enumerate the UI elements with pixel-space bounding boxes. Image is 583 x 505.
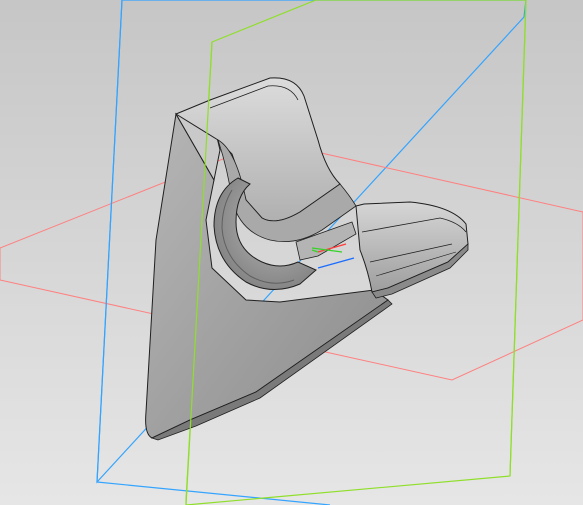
cad-viewport[interactable]: [0, 0, 583, 505]
viewport-background: [0, 0, 583, 505]
model-scene[interactable]: [0, 0, 583, 505]
